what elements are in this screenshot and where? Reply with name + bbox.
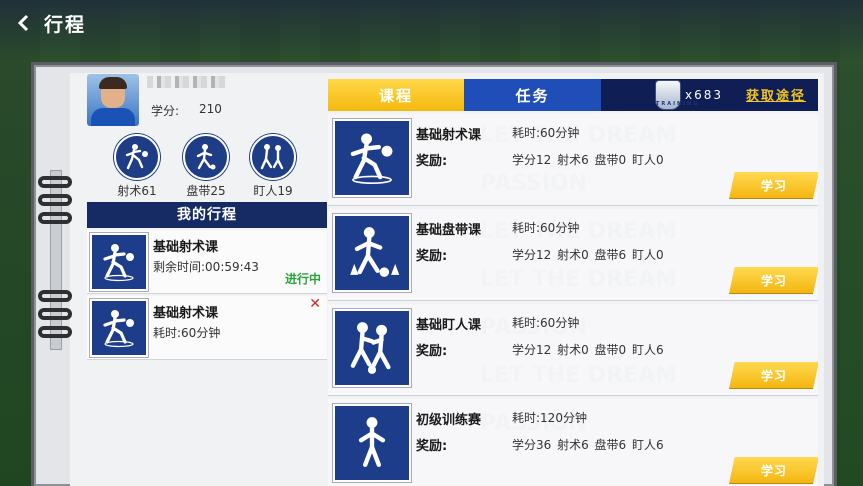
- binder-ring: [38, 290, 72, 302]
- back-button[interactable]: [12, 12, 34, 34]
- course-name: 基础盯人课: [416, 318, 482, 333]
- course-name: 初级训练赛: [416, 413, 482, 428]
- reward-value: 学分36 射术6 盘带6 盯人6: [512, 438, 664, 452]
- binder-ring: [38, 326, 72, 338]
- reward-value: 学分12 射术6 盘带0 盯人0: [512, 153, 664, 167]
- learn-button[interactable]: 学习: [729, 267, 818, 293]
- training-match-icon: [333, 404, 411, 482]
- page-title: 行程: [44, 13, 87, 36]
- stat-label: 盯人19: [253, 184, 293, 198]
- learn-button[interactable]: 学习: [729, 362, 818, 388]
- stat-shooting[interactable]: 射术61: [107, 134, 167, 199]
- binder-ring: [38, 212, 72, 224]
- course-row: 基础射术课 耗时:60分钟 奖励: 学分12 射术6 盘带0 盯人0 学习: [328, 114, 818, 206]
- get-source-link[interactable]: 获取途径: [746, 85, 806, 104]
- course-row: 初级训练赛 耗时:120分钟 奖励: 学分36 射术6 盘带6 盯人6 学习: [328, 399, 818, 486]
- course-time: 耗时:60分钟: [512, 221, 580, 235]
- chevron-left-icon: [17, 14, 29, 32]
- course-name: 基础射术课: [416, 128, 482, 143]
- course-name: 基础盘带课: [416, 223, 482, 238]
- avatar[interactable]: [87, 74, 139, 126]
- learn-button[interactable]: 学习: [729, 457, 818, 483]
- shooting-course-icon: [90, 233, 148, 291]
- reward-label: 奖励:: [416, 344, 448, 359]
- top-bar: 行程: [0, 0, 863, 46]
- stat-label: 盘带25: [186, 184, 226, 198]
- plan-duration: 耗时:60分钟: [153, 326, 221, 340]
- status-badge: 进行中: [284, 272, 321, 286]
- plan-item[interactable]: 基础射术课 剩余时间:00:59:43 进行中: [87, 230, 327, 294]
- learn-button-label: 学习: [760, 463, 787, 478]
- shooting-course-icon: [90, 299, 148, 357]
- stat-marking[interactable]: 盯人19: [243, 134, 303, 199]
- learn-button-label: 学习: [760, 273, 787, 288]
- binder-ring: [38, 194, 72, 206]
- binder-ring: [38, 176, 72, 188]
- reward-value: 学分12 射术0 盘带6 盯人0: [512, 248, 664, 262]
- course-time: 耗时:60分钟: [512, 316, 580, 330]
- tab-bar: 课程 任务 TRAINING x683 获取途径: [328, 79, 818, 111]
- credit-value: 210: [199, 102, 222, 116]
- player-panel: 学分: 210 射术61 盘带25 盯人19 我的行程 基础射术课 剩余时间:0…: [87, 70, 327, 360]
- reward-label: 奖励:: [416, 439, 448, 454]
- dribbling-player-icon: [183, 134, 229, 180]
- tab-task[interactable]: 任务: [464, 79, 601, 111]
- course-row: 基础盘带课 耗时:60分钟 奖励: 学分12 射术0 盘带6 盯人0 学习: [328, 209, 818, 301]
- training-badge-icon: TRAINING: [655, 80, 697, 110]
- tab-course[interactable]: 课程: [328, 79, 464, 111]
- plan-item[interactable]: 基础射术课 耗时:60分钟 ✕: [87, 296, 327, 360]
- learn-button[interactable]: 学习: [729, 172, 818, 198]
- close-icon[interactable]: ✕: [309, 296, 321, 312]
- badge-count: x683: [685, 88, 724, 102]
- marking-course-icon: [333, 309, 411, 387]
- course-row: 基础盯人课 耗时:60分钟 奖励: 学分12 射术0 盘带0 盯人6 学习: [328, 304, 818, 396]
- binder-rings: [38, 176, 72, 344]
- shooting-player-icon: [114, 134, 160, 180]
- binder-ring: [38, 308, 72, 320]
- plan-title: 基础射术课: [153, 306, 219, 321]
- training-token-area: TRAINING x683 获取途径: [601, 79, 818, 111]
- shooting-course-icon: [333, 119, 411, 197]
- my-plan-header: 我的行程: [87, 202, 327, 228]
- credit-label: 学分:: [151, 104, 180, 118]
- learn-button-label: 学习: [760, 178, 787, 193]
- reward-value: 学分12 射术0 盘带0 盯人6: [512, 343, 664, 357]
- course-time: 耗时:60分钟: [512, 126, 580, 140]
- stat-dribbling[interactable]: 盘带25: [176, 134, 236, 199]
- reward-label: 奖励:: [416, 154, 448, 169]
- course-time: 耗时:120分钟: [512, 411, 587, 425]
- dribbling-course-icon: [333, 214, 411, 292]
- course-list: 基础射术课 耗时:60分钟 奖励: 学分12 射术6 盘带0 盯人0 学习 基础…: [328, 114, 818, 486]
- stat-label: 射术61: [117, 184, 157, 198]
- reward-label: 奖励:: [416, 249, 448, 264]
- plan-remaining-time: 剩余时间:00:59:43: [153, 260, 259, 274]
- learn-button-label: 学习: [760, 368, 787, 383]
- player-name-blurred: [147, 76, 227, 88]
- plan-title: 基础射术课: [153, 240, 219, 255]
- marking-players-icon: [250, 134, 296, 180]
